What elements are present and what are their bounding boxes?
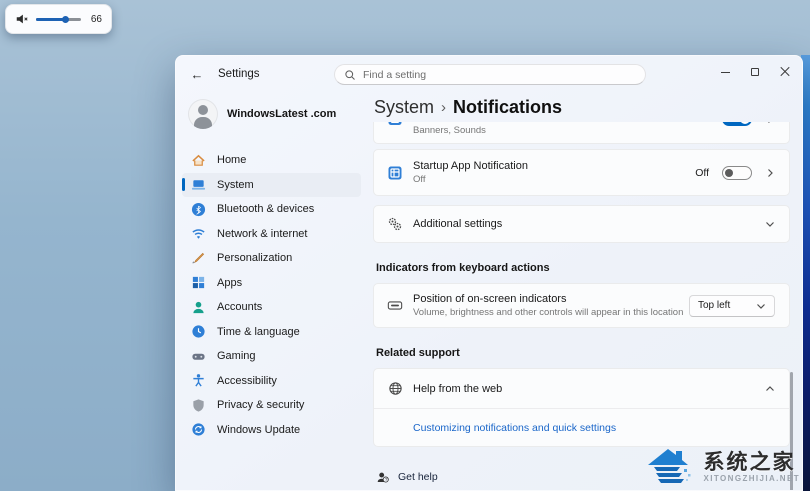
search-box[interactable] <box>334 64 646 85</box>
related-support-heading: Related support <box>376 347 460 359</box>
apps-icon <box>191 275 206 290</box>
watermark-subtitle: XITONGZHIJIA.NET <box>703 474 800 484</box>
chevron-down-icon <box>765 219 775 229</box>
get-help-label: Get help <box>398 471 438 483</box>
sidebar-item-gaming[interactable]: Gaming <box>182 344 361 369</box>
minimize-icon <box>720 71 730 73</box>
close-button[interactable] <box>770 56 800 88</box>
chevron-right-icon <box>765 122 775 124</box>
xitongzhijia-logo-icon <box>644 445 696 489</box>
sidebar-item-personalization[interactable]: Personalization <box>182 246 361 271</box>
breadcrumb-separator-icon: › <box>441 99 447 116</box>
indicators-section-heading: Indicators from keyboard actions <box>376 262 550 274</box>
windows-update-icon <box>191 422 206 437</box>
sidebar-item-home[interactable]: Home <box>182 148 361 173</box>
startup-app-icon <box>387 165 403 181</box>
user-account-row[interactable]: WindowsLatest .com <box>176 95 371 133</box>
personalization-icon <box>191 251 206 266</box>
customizing-notifications-link[interactable]: Customizing notifications and quick sett… <box>413 422 616 434</box>
settings-window: ← Settings WindowsLatest .com Home Syste… <box>175 55 803 491</box>
network-icon <box>191 226 206 241</box>
watermark: 系统之家 XITONGZHIJIA.NET <box>644 445 800 489</box>
sidebar-item-windows-update[interactable]: Windows Update <box>182 418 361 443</box>
volume-value: 66 <box>90 13 102 25</box>
back-button[interactable]: ← <box>184 63 210 85</box>
window-title: Settings <box>218 68 260 80</box>
user-name: WindowsLatest .com <box>227 108 337 120</box>
time-language-icon <box>191 324 206 339</box>
sidebar-item-bluetooth-devices[interactable]: Bluetooth & devices <box>182 197 361 222</box>
position-subtitle: Volume, brightness and other controls wi… <box>413 307 684 318</box>
onscreen-indicator-icon <box>387 298 403 313</box>
gaming-icon <box>191 349 206 364</box>
sidebar: WindowsLatest .com Home System Bluetooth… <box>176 92 371 490</box>
chevron-right-icon <box>765 168 775 178</box>
notifications-toggle[interactable] <box>722 122 752 126</box>
caption-buttons <box>710 56 800 88</box>
sidebar-item-privacy-security[interactable]: Privacy & security <box>182 393 361 418</box>
breadcrumb: System › Notifications <box>371 92 796 122</box>
globe-icon <box>387 381 403 396</box>
additional-settings-title: Additional settings <box>413 218 503 230</box>
notifications-row[interactable]: Banners, Sounds On <box>373 122 790 144</box>
startup-app-notification-row[interactable]: Startup App Notification Off Off <box>373 149 790 196</box>
help-from-web-header[interactable]: Help from the web <box>374 369 789 408</box>
volume-slider-thumb[interactable] <box>61 15 69 23</box>
additional-settings-icon <box>387 216 403 232</box>
help-from-web-title: Help from the web <box>413 382 503 395</box>
sidebar-item-accessibility[interactable]: Accessibility <box>182 369 361 394</box>
content-pane: System › Notifications Banners, Sounds O… <box>371 92 796 490</box>
help-link-row: Customizing notifications and quick sett… <box>374 409 789 446</box>
watermark-title: 系统之家 <box>703 450 796 474</box>
chevron-down-icon <box>756 301 766 311</box>
position-dropdown[interactable]: Top left <box>689 294 775 317</box>
volume-flyout: 66 <box>5 4 112 34</box>
home-icon <box>191 153 206 168</box>
close-icon <box>780 67 790 77</box>
startup-toggle-label: Off <box>695 166 709 179</box>
sidebar-item-system[interactable]: System <box>182 172 361 197</box>
search-icon <box>344 69 356 81</box>
startup-toggle[interactable] <box>722 165 752 180</box>
volume-slider[interactable] <box>36 15 81 23</box>
accounts-icon <box>191 300 206 315</box>
get-help-icon: ? <box>376 471 389 484</box>
accessibility-icon <box>191 373 206 388</box>
search-input[interactable] <box>363 68 636 81</box>
sidebar-item-accounts[interactable]: Accounts <box>182 295 361 320</box>
help-from-web-card: Help from the web Customizing notificati… <box>373 368 790 447</box>
avatar <box>188 99 218 129</box>
maximize-icon <box>751 68 759 76</box>
sidebar-item-time-language[interactable]: Time & language <box>182 320 361 345</box>
notifications-toggle-label: On <box>695 122 709 125</box>
sidebar-item-apps[interactable]: Apps <box>182 271 361 296</box>
titlebar: ← Settings <box>176 56 802 92</box>
startup-subtitle: Off <box>413 174 426 185</box>
banners-icon <box>387 122 403 127</box>
notifications-subtitle: Banners, Sounds <box>413 124 486 136</box>
back-arrow-icon: ← <box>190 66 204 82</box>
sidebar-nav: Home System Bluetooth & devices Network … <box>176 148 371 442</box>
position-title: Position of on-screen indicators <box>413 293 567 305</box>
startup-title: Startup App Notification <box>413 160 528 172</box>
position-indicators-row: Position of on-screen indicators Volume,… <box>373 283 790 328</box>
chevron-up-icon <box>765 384 775 394</box>
sidebar-item-network-internet[interactable]: Network & internet <box>182 222 361 247</box>
additional-settings-row[interactable]: Additional settings <box>373 205 790 243</box>
page-title: Notifications <box>453 96 563 117</box>
minimize-button[interactable] <box>710 56 740 88</box>
scroll-viewport: Banners, Sounds On Startup App Notificat… <box>371 122 792 490</box>
bluetooth-icon <box>191 202 206 217</box>
position-dropdown-value: Top left <box>698 300 731 311</box>
maximize-button[interactable] <box>740 56 770 88</box>
breadcrumb-root[interactable]: System <box>374 97 434 118</box>
privacy-icon <box>191 398 206 413</box>
system-icon <box>191 177 206 192</box>
speaker-mute-icon <box>15 12 29 26</box>
